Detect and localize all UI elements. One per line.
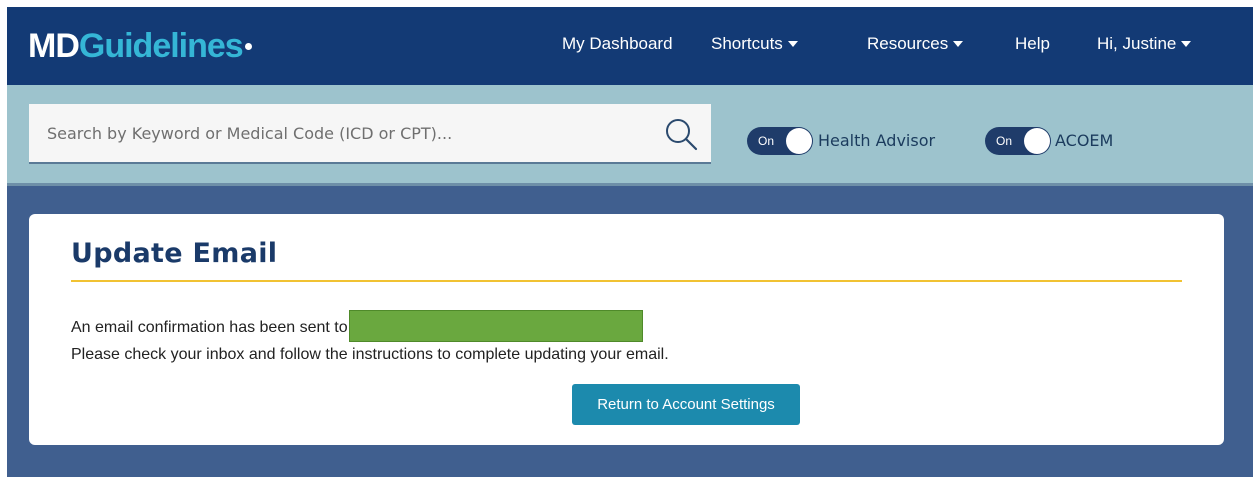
search-band: On Health Advisor On ACOEM: [7, 85, 1253, 186]
logo-guidelines: Guidelines: [78, 27, 244, 65]
search-input[interactable]: [47, 104, 647, 162]
acoem-toggle[interactable]: On: [985, 127, 1051, 155]
caret-down-icon: [1181, 40, 1192, 47]
confirmation-text: An email confirmation has been sent to: [71, 319, 348, 337]
nav-my-dashboard-label: My Dashboard: [562, 34, 673, 53]
registered-mark-icon: [244, 43, 252, 50]
nav-help-label: Help: [1015, 34, 1050, 53]
health-advisor-toggle[interactable]: On: [747, 127, 813, 155]
nav-user-menu[interactable]: Hi, Justine: [1097, 33, 1192, 55]
nav-my-dashboard[interactable]: My Dashboard: [562, 33, 673, 55]
nav-resources-label: Resources: [867, 34, 949, 53]
search-icon[interactable]: [663, 116, 699, 152]
toggle-on-text: On: [996, 134, 1013, 148]
return-to-account-settings-button[interactable]: Return to Account Settings: [572, 384, 800, 425]
nav-shortcuts-label: Shortcuts: [711, 34, 783, 53]
update-email-card: Update Email An email confirmation has b…: [29, 214, 1224, 445]
redacted-email: [348, 310, 643, 342]
caret-down-icon: [953, 40, 964, 47]
health-advisor-label: Health Advisor: [818, 131, 936, 150]
instructions-message: Please check your inbox and follow the i…: [71, 346, 669, 363]
nav-shortcuts[interactable]: Shortcuts: [711, 33, 798, 55]
app-frame: MDGuidelines My Dashboard Shortcuts Reso…: [7, 7, 1253, 477]
mdguidelines-logo[interactable]: MDGuidelines: [28, 26, 252, 66]
search-box: [29, 104, 711, 164]
caret-down-icon: [787, 40, 798, 47]
toggle-knob: [786, 128, 812, 154]
logo-md: MD: [28, 27, 80, 65]
title-divider: [71, 280, 1182, 282]
acoem-label: ACOEM: [1055, 131, 1114, 150]
nav-help[interactable]: Help: [1015, 33, 1050, 55]
page-title: Update Email: [71, 238, 278, 269]
toggle-knob: [1024, 128, 1050, 154]
top-navbar: MDGuidelines My Dashboard Shortcuts Reso…: [7, 7, 1253, 85]
nav-resources[interactable]: Resources: [867, 33, 964, 55]
toggle-on-text: On: [758, 134, 775, 148]
nav-user-label: Hi, Justine: [1097, 34, 1177, 53]
confirmation-message: An email confirmation has been sent to: [71, 310, 643, 344]
